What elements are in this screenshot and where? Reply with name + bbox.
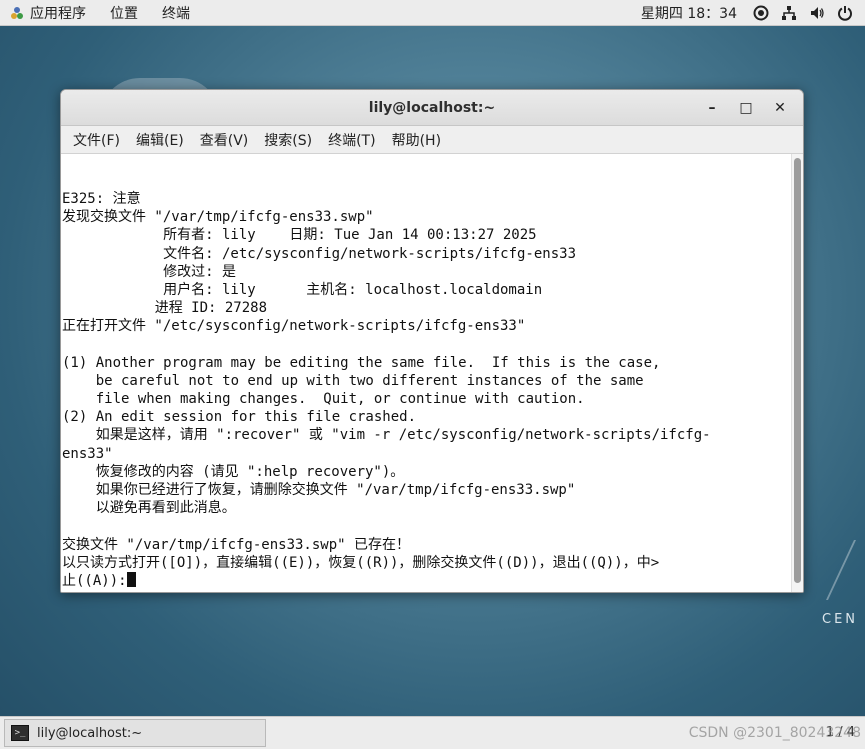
terminal-output[interactable]: E325: 注意 发现交换文件 "/var/tmp/ifcfg-ens33.sw…	[61, 154, 803, 592]
close-button[interactable]: ✕	[763, 95, 797, 121]
taskbar-item-label: lily@localhost:~	[37, 725, 143, 741]
terminal-prompt-line: 止((A)):	[62, 571, 791, 590]
terminal-cursor	[126, 571, 136, 587]
power-icon[interactable]	[837, 5, 853, 21]
window-menubar: 文件(F) 编辑(E) 查看(V) 搜索(S) 终端(T) 帮助(H)	[61, 126, 803, 154]
bottom-taskbar: >_ lily@localhost:~ 1 / 4 CSDN @2301_802…	[0, 716, 865, 749]
menu-file[interactable]: 文件(F)	[65, 130, 128, 150]
window-titlebar[interactable]: lily@localhost:~ – □ ✕	[61, 90, 803, 126]
window-controls: – □ ✕	[695, 90, 797, 126]
menu-view[interactable]: 查看(V)	[192, 130, 257, 150]
terminal-line: 正在打开文件 "/etc/sysconfig/network-scripts/i…	[62, 318, 526, 335]
terminal-line: 用户名: lily 主机名: localhost.localdomain	[62, 281, 543, 298]
menu-terminal[interactable]: 终端(T)	[320, 130, 383, 150]
terminal-line: 交换文件 "/var/tmp/ifcfg-ens33.swp" 已存在！	[62, 536, 411, 553]
window-title: lily@localhost:~	[368, 99, 496, 116]
terminal-line: ens33"	[62, 445, 113, 462]
minimize-button[interactable]: –	[695, 95, 729, 121]
terminal-line: (1) Another program may be editing the s…	[62, 354, 661, 371]
apps-icon	[11, 6, 23, 19]
watermark: CSDN @2301_80243248	[688, 725, 861, 741]
terminal-line: 恢复修改的内容 (请见 ":help recovery")。	[62, 463, 405, 480]
applications-menu[interactable]: 应用程序	[30, 0, 98, 25]
places-menu[interactable]: 位置	[98, 0, 150, 25]
maximize-button[interactable]: □	[729, 95, 763, 121]
top-panel: 应用程序 位置 终端 星期四 18：34	[0, 0, 865, 26]
accessibility-icon[interactable]	[753, 5, 769, 21]
terminal-line: 以只读方式打开([O])，直接编辑((E))，恢复((R))，删除交换文件((D…	[62, 554, 660, 571]
terminal-icon: >_	[11, 725, 29, 741]
terminal-window: lily@localhost:~ – □ ✕ 文件(F) 编辑(E) 查看(V)…	[60, 89, 804, 593]
scrollbar-thumb[interactable]	[794, 158, 801, 583]
desktop-logo-text: CEN	[822, 612, 859, 627]
terminal-line: 所有者: lily 日期: Tue Jan 14 00:13:27 2025	[62, 227, 537, 244]
terminal-line: 修改过: 是	[62, 263, 237, 280]
terminal-line: be careful not to end up with two differ…	[62, 372, 644, 389]
terminal-lines: E325: 注意 发现交换文件 "/var/tmp/ifcfg-ens33.sw…	[61, 190, 791, 590]
desktop-logo-stroke	[826, 540, 865, 600]
terminal-line: 发现交换文件 "/var/tmp/ifcfg-ens33.swp"	[62, 209, 374, 226]
terminal-scrollbar[interactable]	[791, 154, 803, 592]
menu-help[interactable]: 帮助(H)	[384, 130, 449, 150]
terminal-line: 以避免再看到此消息。	[62, 500, 236, 517]
terminal-line: 文件名: /etc/sysconfig/network-scripts/ifcf…	[62, 245, 577, 262]
system-tray: 星期四 18：34	[641, 0, 865, 25]
terminal-line: file when making changes. Quit, or conti…	[62, 391, 585, 408]
top-menu: 应用程序 位置 终端	[0, 0, 202, 25]
terminal-line: E325: 注意	[62, 191, 141, 207]
terminal-line: 如果是这样，请用 ":recover" 或 "vim -r /etc/sysco…	[62, 427, 711, 444]
menu-search[interactable]: 搜索(S)	[256, 130, 320, 150]
terminal-app-menu[interactable]: 终端	[150, 0, 202, 25]
taskbar-terminal-item[interactable]: >_ lily@localhost:~	[4, 719, 266, 747]
volume-icon[interactable]	[809, 5, 825, 21]
network-icon[interactable]	[781, 5, 797, 21]
clock[interactable]: 星期四 18：34	[641, 3, 737, 23]
terminal-line: 如果你已经进行了恢复，请删除交换文件 "/var/tmp/ifcfg-ens33…	[62, 482, 576, 498]
terminal-line: 进程 ID: 27288	[62, 300, 268, 317]
terminal-prompt: 止((A)):	[62, 572, 127, 589]
terminal-line: (2) An edit session for this file crashe…	[62, 409, 417, 426]
menu-edit[interactable]: 编辑(E)	[128, 130, 192, 150]
